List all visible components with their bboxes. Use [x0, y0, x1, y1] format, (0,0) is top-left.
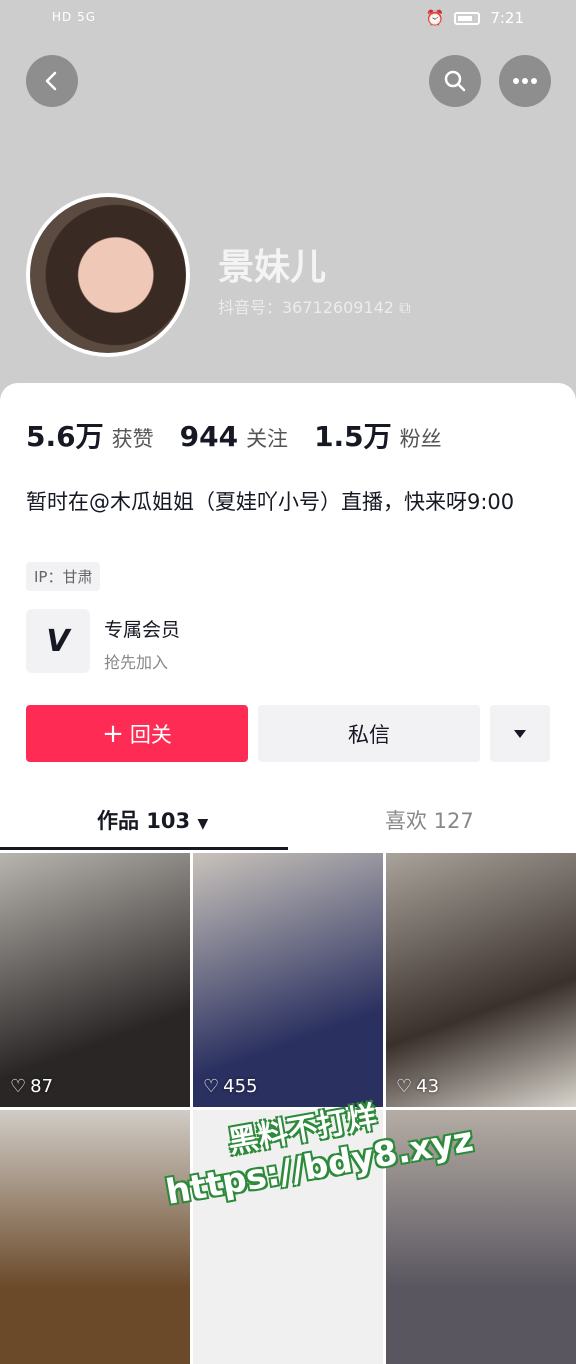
- video-grid: ♡ 87 ♡ 455 ♡ 43: [0, 853, 576, 1364]
- profile-name: 景妹儿: [218, 247, 327, 288]
- bio: 暂时在@木瓜姐姐（夏娃吖小号）直播，快来呀9:00: [26, 490, 515, 514]
- back-button[interactable]: [26, 55, 78, 107]
- status-right: ⏰ 7:21: [426, 9, 524, 27]
- ip-tag: IP：甘肃: [26, 562, 101, 591]
- message-button[interactable]: 私信: [258, 705, 480, 762]
- following-count[interactable]: 944: [180, 420, 238, 453]
- video-thumbnail[interactable]: ♡ 43: [386, 853, 576, 1107]
- copy-icon[interactable]: ⧉: [399, 298, 410, 317]
- more-button[interactable]: [499, 55, 551, 107]
- back-arrow-icon: [45, 71, 57, 91]
- signal-indicator: HD 5G: [52, 10, 97, 24]
- follow-back-button[interactable]: + 回关: [26, 705, 248, 762]
- more-dots-icon: [513, 78, 537, 84]
- followers-label: 粉丝: [399, 427, 442, 451]
- avatar-image: [30, 197, 186, 353]
- caret-down-icon: [514, 729, 526, 738]
- clock: 7:21: [490, 9, 524, 27]
- heart-icon: ♡: [10, 1076, 27, 1097]
- follow-back-label: 回关: [129, 722, 172, 747]
- dropdown-button[interactable]: [490, 705, 550, 762]
- video-likes-count: 455: [223, 1076, 258, 1097]
- likes-label: 获赞: [111, 427, 154, 451]
- battery-icon: [454, 11, 481, 25]
- tab-indicator: [0, 847, 288, 850]
- heart-icon: ♡: [203, 1076, 220, 1097]
- video-likes: ♡ 87: [10, 1076, 53, 1097]
- video-thumbnail[interactable]: ♡ 455: [193, 853, 383, 1107]
- video-likes: ♡ 455: [203, 1076, 258, 1097]
- caret-down-icon: ▼: [197, 816, 209, 832]
- vip-title[interactable]: 专属会员: [104, 615, 180, 642]
- status-bar: HD 5G ⏰ 7:21: [0, 0, 576, 38]
- alarm-icon: ⏰: [425, 9, 445, 27]
- likes-count[interactable]: 5.6万: [26, 415, 104, 455]
- tab-works[interactable]: 作品 103 ▼: [97, 805, 208, 835]
- search-icon: [444, 70, 466, 92]
- avatar[interactable]: [26, 193, 190, 357]
- tab-works-label: 作品 103: [97, 809, 191, 833]
- video-thumbnail[interactable]: ♡ 87: [0, 853, 190, 1107]
- stats-row: 5.6万 获赞 944 关注 1.5万 粉丝: [26, 415, 468, 455]
- video-likes-count: 87: [30, 1076, 54, 1097]
- followers-count[interactable]: 1.5万: [314, 415, 392, 455]
- search-button[interactable]: [429, 55, 481, 107]
- douyin-id[interactable]: 抖音号：36712609142 ⧉: [218, 294, 411, 318]
- tab-likes-label: 喜欢 127: [385, 809, 474, 833]
- douyin-id-text: 抖音号：36712609142: [218, 298, 394, 317]
- vip-icon[interactable]: V: [26, 609, 90, 673]
- following-label: 关注: [246, 427, 289, 451]
- plus-icon: +: [102, 718, 124, 749]
- message-label: 私信: [348, 722, 390, 747]
- vip-subtitle: 抢先加入: [104, 653, 169, 672]
- tab-likes[interactable]: 喜欢 127: [385, 805, 474, 835]
